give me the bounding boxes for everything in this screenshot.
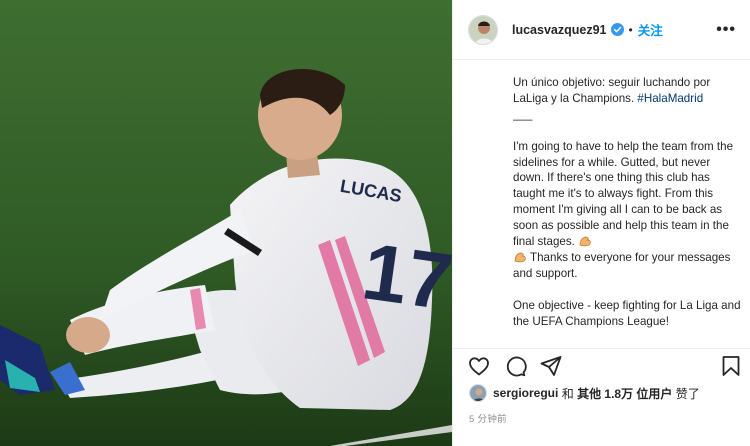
flexed-biceps-emoji-icon-2 [513,250,527,264]
caption-para2: I'm going to have to help the team from … [513,139,734,249]
heart-icon[interactable] [467,354,491,378]
caption-para2b: Thanks to everyone for your messages and… [513,250,731,280]
likes-summary: sergioregui 和 其他 1.8万 位用户 赞了 [469,383,700,403]
follow-button[interactable]: 关注 [638,20,663,39]
likes-others-count[interactable]: 其他 1.8万 位用户 [577,385,672,402]
liker-username[interactable]: sergioregui [493,386,558,400]
caption-english: I'm going to have to help the team from … [513,139,741,282]
more-options-button[interactable]: ••• [716,21,736,38]
flexed-biceps-emoji-icon [578,234,592,248]
verified-badge-icon [610,23,624,36]
likes-and: 和 [561,386,574,401]
bookmark-icon[interactable] [719,354,743,378]
post-photo[interactable]: 17 LUCAS [0,0,452,446]
player-illustration: 17 LUCAS [0,0,452,446]
likes-liked: 赞了 [675,386,700,401]
actions-divider [453,348,750,349]
separator-dot: • [628,22,633,37]
post-caption: Un único objetivo: seguir luchando por L… [513,75,741,337]
liker-avatar[interactable] [469,384,487,402]
caption-spanish: Un único objetivo: seguir luchando por L… [513,75,741,123]
caption-divider: ___ [513,107,533,121]
caption-para3: One objective - keep fighting for La Lig… [513,298,741,328]
hashtag-link[interactable]: #HalaMadrid [637,92,703,105]
comment-icon[interactable] [503,354,527,378]
post-header: lucasvazquez91 • 关注 ••• [453,0,750,60]
user-avatar[interactable] [468,14,498,45]
post-side-panel: lucasvazquez91 • 关注 ••• Un único objetiv… [452,0,750,446]
action-bar [467,352,743,380]
share-icon[interactable] [539,354,563,378]
post-username[interactable]: lucasvazquez91 [512,23,607,37]
avatar-image [469,15,497,44]
jersey-number: 17 [357,226,452,327]
post-timestamp[interactable]: 5 分钟前 [469,411,507,425]
